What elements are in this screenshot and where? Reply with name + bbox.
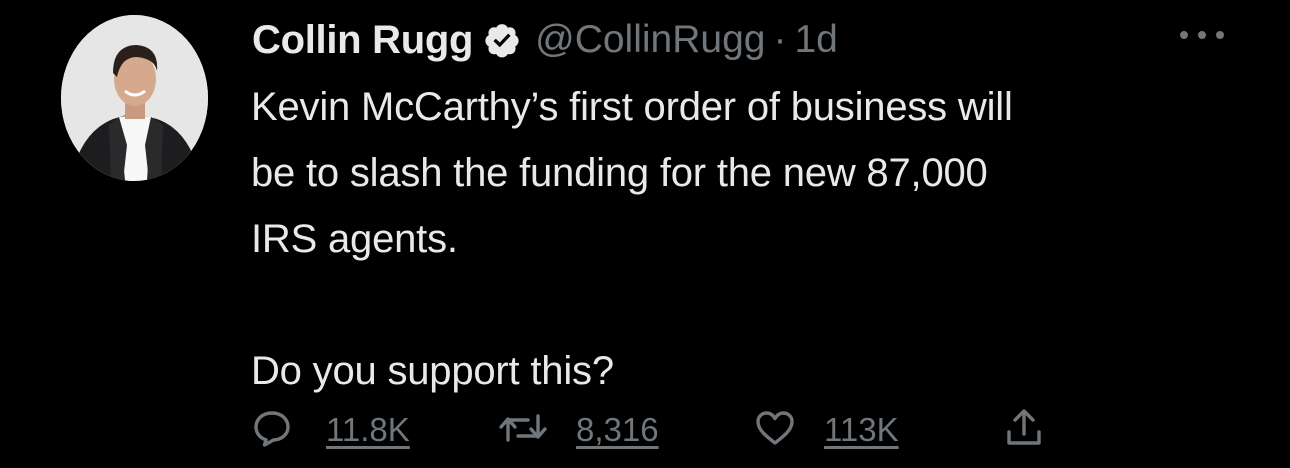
timestamp[interactable]: 1d — [794, 18, 837, 62]
avatar[interactable] — [61, 15, 208, 181]
separator-dot: · — [773, 18, 787, 61]
share-button[interactable] — [1004, 400, 1044, 460]
verified-badge-icon — [483, 21, 521, 59]
more-options-icon[interactable] — [1176, 25, 1228, 45]
like-icon — [754, 408, 796, 453]
retweet-icon — [498, 408, 548, 453]
reply-count[interactable]: 11.8K — [326, 411, 410, 449]
like-count[interactable]: 113K — [824, 411, 899, 449]
reply-button[interactable]: 11.8K — [252, 400, 410, 460]
tweet-actions: 11.8K 8,316 113K — [252, 400, 1152, 460]
reply-icon — [252, 408, 292, 453]
share-icon — [1004, 406, 1044, 455]
tweet-text: Kevin McCarthy’s first order of business… — [251, 85, 1013, 393]
tweet-header: Collin Rugg @CollinRugg · 1d — [252, 12, 838, 68]
author-name[interactable]: Collin Rugg — [252, 18, 473, 63]
retweet-button[interactable]: 8,316 — [498, 400, 659, 460]
retweet-count[interactable]: 8,316 — [576, 411, 659, 449]
tweet[interactable]: Collin Rugg @CollinRugg · 1d Kevin McCar… — [0, 0, 1290, 468]
author-handle[interactable]: @CollinRugg — [535, 18, 765, 62]
like-button[interactable]: 113K — [754, 400, 899, 460]
